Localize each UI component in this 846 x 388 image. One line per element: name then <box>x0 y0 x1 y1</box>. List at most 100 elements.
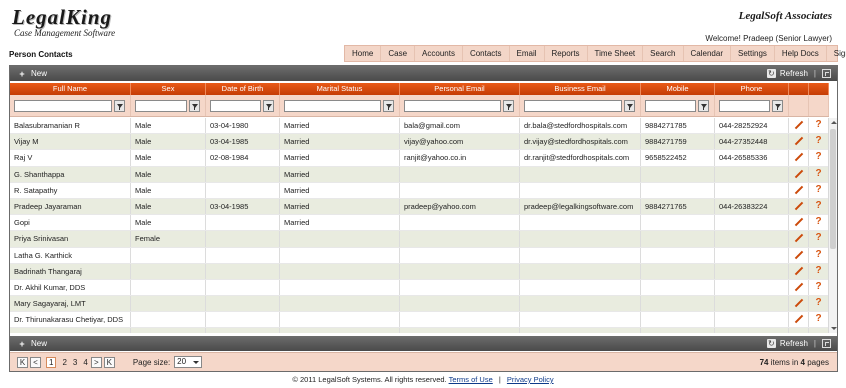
pencil-icon[interactable] <box>793 152 805 164</box>
question-icon[interactable]: ? <box>813 313 825 325</box>
header-col-phone[interactable]: Phone <box>715 83 789 95</box>
page-2-button[interactable]: 2 <box>62 358 66 367</box>
header-col-business-email[interactable]: Business Email <box>520 83 641 95</box>
pencil-icon[interactable] <box>793 169 805 181</box>
new-button[interactable]: + New <box>18 69 47 78</box>
nav-item-sign-out[interactable]: Sign Out <box>827 46 846 61</box>
prev-page-button[interactable]: < <box>30 356 41 368</box>
refresh-icon[interactable]: ↻ <box>766 339 776 348</box>
header-col-marital-status[interactable]: Marital Status <box>280 83 400 95</box>
funnel-icon[interactable] <box>503 99 514 112</box>
nav-item-calendar[interactable]: Calendar <box>684 46 731 61</box>
export-icon[interactable] <box>822 339 831 348</box>
scroll-up-icon[interactable] <box>829 118 838 127</box>
question-icon[interactable]: ? <box>813 249 825 261</box>
nav-item-home[interactable]: Home <box>345 46 382 61</box>
nav-item-settings[interactable]: Settings <box>731 46 775 61</box>
table-row[interactable]: Latha G. Karthick? <box>10 247 829 264</box>
pencil-icon[interactable] <box>793 136 805 148</box>
funnel-icon[interactable] <box>772 99 783 112</box>
funnel-icon[interactable] <box>624 99 635 112</box>
header-col-sex[interactable]: Sex <box>131 83 206 95</box>
pencil-icon[interactable] <box>793 298 805 310</box>
scroll-thumb[interactable] <box>830 129 836 249</box>
filter-input-date-of-birth[interactable] <box>210 99 261 112</box>
filter-input-personal-email[interactable] <box>404 99 501 112</box>
filter-input-phone[interactable] <box>719 99 770 112</box>
nav-item-help-docs[interactable]: Help Docs <box>775 46 827 61</box>
table-row[interactable]: Balasubramanian R Male 03-04-1980 Married ba… <box>10 118 829 135</box>
cell-mobile <box>641 279 715 296</box>
page-3-button[interactable]: 3 <box>73 358 77 367</box>
privacy-link[interactable]: Privacy Policy <box>507 375 554 384</box>
header-col-date-of-birth[interactable]: Date of Birth <box>206 83 280 95</box>
scroll-down-icon[interactable] <box>829 324 838 333</box>
nav-item-case[interactable]: Case <box>381 46 416 61</box>
funnel-icon[interactable] <box>189 99 200 112</box>
question-icon[interactable]: ? <box>813 200 825 212</box>
question-icon[interactable]: ? <box>813 265 825 277</box>
table-row[interactable]: Dr. Thirunakarasu Chetiyar, DDS? <box>10 312 829 329</box>
page-4-button[interactable]: 4 <box>83 358 87 367</box>
pencil-icon[interactable] <box>793 233 805 245</box>
question-icon[interactable]: ? <box>813 281 825 293</box>
next-page-button[interactable]: > <box>90 356 102 368</box>
last-page-button[interactable]: K <box>103 356 115 368</box>
funnel-icon[interactable] <box>698 99 709 112</box>
table-row[interactable]: Badrinath Thangaraj? <box>10 263 829 280</box>
refresh-icon[interactable]: ↻ <box>766 69 776 78</box>
table-row[interactable]: Priya Srinivasan Female? <box>10 231 829 248</box>
table-row[interactable]: Dr. Akhil Kumar, DDS? <box>10 279 829 297</box>
filter-input-sex[interactable] <box>135 99 187 112</box>
question-icon[interactable]: ? <box>813 297 825 309</box>
filter-input-full-name[interactable] <box>14 99 112 112</box>
nav-item-email[interactable]: Email <box>510 46 545 61</box>
header-col-personal-email[interactable]: Personal Email <box>400 83 520 95</box>
refresh-button-bottom[interactable]: Refresh <box>780 339 808 348</box>
table-row[interactable]: Pradeep Jayaraman Male 03-04-1985 Married pr… <box>10 198 829 216</box>
pencil-icon[interactable] <box>793 120 805 132</box>
table-row[interactable]: R. Satapathy Male Married? <box>10 182 829 199</box>
funnel-icon[interactable] <box>383 99 394 112</box>
pencil-icon[interactable] <box>793 185 805 197</box>
header-col-mobile[interactable]: Mobile <box>641 83 715 95</box>
nav-item-search[interactable]: Search <box>643 46 684 61</box>
pencil-icon[interactable] <box>793 201 805 213</box>
funnel-icon[interactable] <box>114 99 125 112</box>
question-icon[interactable]: ? <box>813 151 825 163</box>
nav-item-accounts[interactable]: Accounts <box>415 46 463 61</box>
question-icon[interactable]: ? <box>813 119 825 131</box>
question-icon[interactable]: ? <box>813 232 825 244</box>
page-size-select[interactable]: 20 <box>174 356 203 368</box>
question-icon[interactable]: ? <box>813 216 825 228</box>
page-1-button[interactable]: 1 <box>46 356 57 368</box>
table-row[interactable]: Gopi Male Married? <box>10 215 829 232</box>
pencil-icon[interactable] <box>793 250 805 262</box>
nav-item-reports[interactable]: Reports <box>545 46 588 61</box>
vertical-scrollbar[interactable] <box>828 118 837 333</box>
question-icon[interactable]: ? <box>813 184 825 196</box>
table-row[interactable]: Mary Sagayaraj, LMT? <box>10 296 829 313</box>
first-page-button[interactable]: K <box>17 356 28 368</box>
funnel-icon[interactable] <box>263 99 274 112</box>
refresh-button[interactable]: Refresh <box>780 69 808 78</box>
filter-input-marital-status[interactable] <box>284 99 381 112</box>
pencil-icon[interactable] <box>793 217 805 229</box>
pencil-icon[interactable] <box>793 266 805 278</box>
terms-link[interactable]: Terms of Use <box>449 375 493 384</box>
new-button-bottom[interactable]: + New <box>18 339 47 348</box>
filter-input-mobile[interactable] <box>645 99 696 112</box>
table-row[interactable]: Vijay M Male 03-04-1985 Married vijay@yahoo.… <box>10 134 829 151</box>
nav-item-contacts[interactable]: Contacts <box>463 46 510 61</box>
question-icon[interactable]: ? <box>813 135 825 147</box>
filter-input-business-email[interactable] <box>524 99 622 112</box>
table-row[interactable] <box>10 328 829 333</box>
header-col-full-name[interactable]: Full Name <box>10 83 131 95</box>
pencil-icon[interactable] <box>793 282 805 294</box>
nav-item-time-sheet[interactable]: Time Sheet <box>588 46 644 61</box>
pencil-icon[interactable] <box>793 314 805 326</box>
question-icon[interactable]: ? <box>813 168 825 180</box>
table-row[interactable]: G. Shanthappa Male Married? <box>10 166 829 183</box>
export-icon[interactable] <box>822 69 831 78</box>
table-row[interactable]: Raj V Male 02-08-1984 Married ranjit@yahoo.c… <box>10 150 829 167</box>
